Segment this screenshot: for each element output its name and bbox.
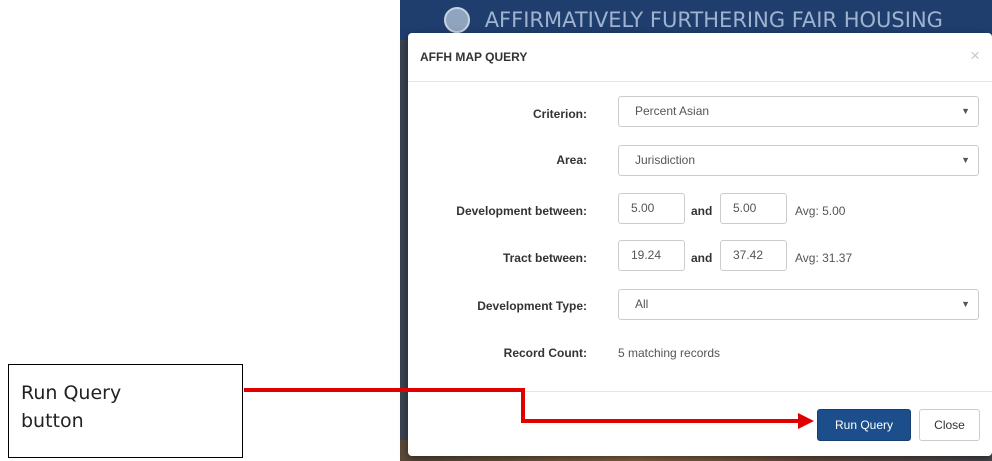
arrow-line — [244, 388, 800, 423]
callout-line-1: Run Query — [21, 382, 122, 404]
annotation-callout: Run Query button — [8, 364, 243, 458]
callout-line-2: button — [21, 410, 84, 432]
arrow-head — [798, 413, 814, 429]
